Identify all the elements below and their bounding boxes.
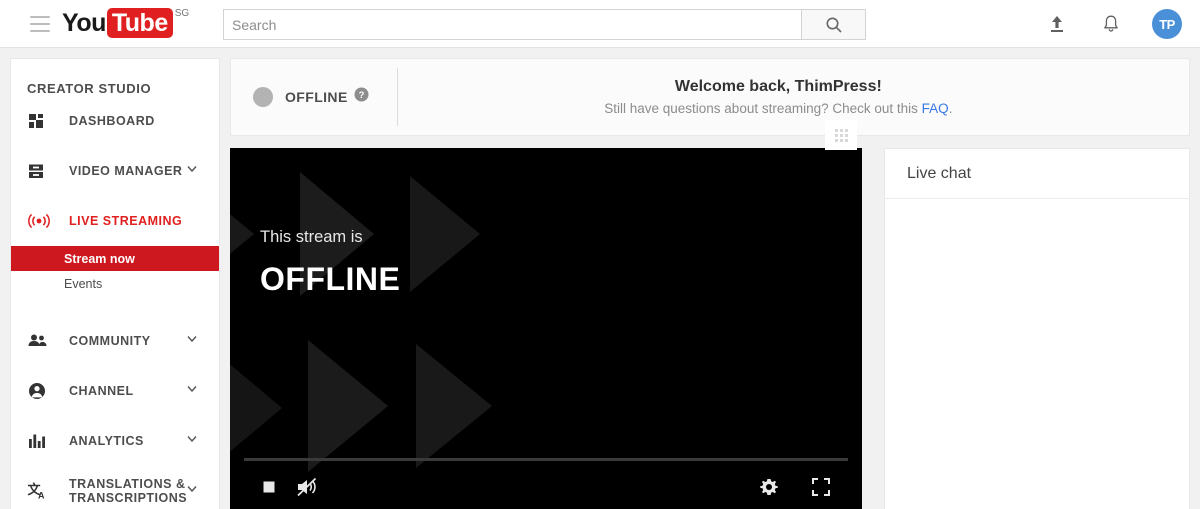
- stop-icon: [263, 481, 275, 493]
- chevron-down-icon[interactable]: [185, 482, 199, 501]
- top-bar-actions: TP: [1044, 0, 1182, 48]
- help-icon[interactable]: ?: [354, 87, 369, 107]
- dashboard-icon: [27, 111, 51, 131]
- svg-text:A: A: [38, 491, 45, 501]
- live-chat-title: Live chat: [885, 149, 1189, 199]
- fullscreen-button[interactable]: [802, 465, 840, 509]
- channel-icon: [27, 381, 51, 401]
- analytics-icon: [27, 431, 51, 451]
- drag-handle-icon[interactable]: [825, 120, 857, 150]
- fullscreen-icon: [812, 478, 830, 496]
- logo-tube-text: Tube: [106, 8, 173, 38]
- progress-bar[interactable]: [244, 458, 848, 461]
- welcome-subtitle-suffix: .: [948, 101, 953, 116]
- translations-icon: 文 A: [27, 481, 51, 501]
- live-chat-panel: Live chat: [884, 148, 1190, 509]
- sidebar-item-dashboard[interactable]: DASHBOARD: [11, 96, 219, 146]
- youtube-logo[interactable]: You Tube SG: [62, 8, 189, 38]
- sidebar-subitem-stream-now[interactable]: Stream now: [11, 246, 219, 271]
- settings-button[interactable]: [750, 465, 788, 509]
- sidebar-item-translations[interactable]: 文 A TRANSLATIONS & TRANSCRIPTIONS: [11, 466, 219, 509]
- player-controls-left: [250, 465, 326, 509]
- chevron-down-icon[interactable]: [185, 332, 199, 351]
- sidebar-item-label: LIVE STREAMING: [69, 214, 183, 228]
- faq-link[interactable]: FAQ: [922, 101, 949, 116]
- sidebar-item-label: TRANSLATIONS & TRANSCRIPTIONS: [69, 477, 188, 505]
- sidebar-item-label: CHANNEL: [69, 384, 134, 398]
- decorative-triangle: [308, 340, 388, 472]
- offline-line-2: OFFLINE: [260, 261, 401, 297]
- search-bar: [223, 9, 866, 40]
- decorative-triangle: [230, 356, 282, 460]
- live-streaming-icon: [27, 211, 51, 231]
- logo-you-text: You: [62, 9, 106, 37]
- chevron-down-icon[interactable]: [185, 432, 199, 451]
- gear-icon: [760, 479, 778, 495]
- player-controls: [230, 465, 862, 509]
- sidebar-item-video-manager[interactable]: VIDEO MANAGER: [11, 146, 219, 196]
- welcome-message: Welcome back, ThimPress! Still have ques…: [398, 78, 1189, 116]
- video-manager-icon: [27, 161, 51, 181]
- sidebar-item-analytics[interactable]: ANALYTICS: [11, 416, 219, 466]
- sidebar-item-label: COMMUNITY: [69, 334, 151, 348]
- offline-line-1: This stream is: [260, 228, 363, 246]
- top-bar: You Tube SG TP: [0, 0, 1200, 48]
- sidebar-item-label: DASHBOARD: [69, 114, 155, 128]
- welcome-subtitle: Still have questions about streaming? Ch…: [398, 101, 1159, 116]
- player-controls-right: [750, 465, 840, 509]
- logo-country-code: SG: [174, 8, 190, 19]
- sidebar-item-community[interactable]: COMMUNITY: [11, 316, 219, 366]
- notifications-button[interactable]: [1098, 11, 1124, 37]
- sidebar-item-label: ANALYTICS: [69, 434, 144, 448]
- decorative-triangle: [230, 188, 254, 280]
- mute-button[interactable]: [288, 465, 326, 509]
- status-indicator-dot: [253, 87, 273, 107]
- status-badge: OFFLINE: [285, 89, 348, 105]
- sidebar-item-label: VIDEO MANAGER: [69, 164, 183, 178]
- hamburger-icon[interactable]: [30, 16, 50, 32]
- drag-dots: [834, 128, 848, 142]
- avatar[interactable]: TP: [1152, 9, 1182, 39]
- search-icon: [826, 17, 842, 33]
- decorative-triangle: [416, 344, 492, 468]
- upload-button[interactable]: [1044, 11, 1070, 37]
- search-input[interactable]: [223, 9, 801, 40]
- community-icon: [27, 331, 51, 351]
- welcome-subtitle-text: Still have questions about streaming? Ch…: [604, 101, 922, 116]
- svg-text:?: ?: [358, 90, 364, 101]
- chevron-down-icon[interactable]: [185, 382, 199, 401]
- sidebar: CREATOR STUDIO DASHBOARD VIDEO MANAGER L…: [10, 58, 220, 509]
- stream-status-bar: OFFLINE ? Welcome back, ThimPress! Still…: [230, 58, 1190, 136]
- sidebar-item-channel[interactable]: CHANNEL: [11, 366, 219, 416]
- sidebar-subitem-events[interactable]: Events: [11, 271, 219, 296]
- bell-icon: [1104, 15, 1118, 32]
- search-button[interactable]: [801, 9, 866, 40]
- sidebar-title: CREATOR STUDIO: [27, 81, 152, 96]
- sidebar-item-live-streaming[interactable]: LIVE STREAMING: [11, 196, 219, 246]
- chevron-down-icon[interactable]: [185, 162, 199, 181]
- decorative-triangle: [410, 176, 480, 292]
- welcome-title: Welcome back, ThimPress!: [674, 78, 882, 95]
- video-player[interactable]: This stream is OFFLINE: [230, 148, 862, 509]
- hamburger-line: [30, 16, 50, 18]
- offline-message: This stream is OFFLINE: [260, 228, 400, 298]
- volume-muted-icon: [297, 477, 317, 497]
- stop-button[interactable]: [250, 465, 288, 509]
- hamburger-line: [30, 23, 50, 25]
- upload-icon: [1051, 16, 1063, 32]
- hamburger-line: [30, 30, 50, 32]
